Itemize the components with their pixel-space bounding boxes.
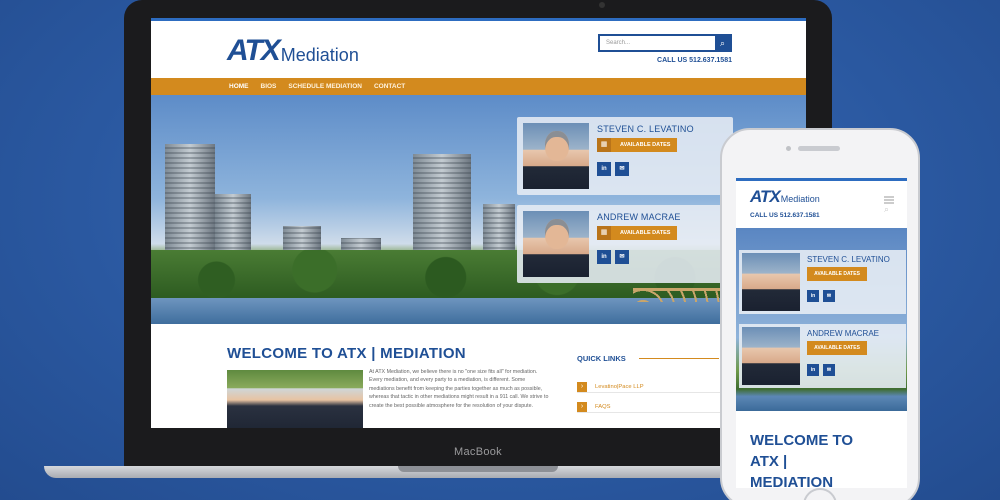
chevron-right-icon: › <box>577 381 587 392</box>
logo-text: Mediation <box>280 45 359 65</box>
available-dates-button[interactable]: AVAILABLE DATES <box>807 267 867 281</box>
profile-name[interactable]: STEVEN C. LEVATINO <box>597 124 694 134</box>
mediators-photo <box>227 370 363 428</box>
main-nav: HOME BIOS SCHEDULE MEDIATION CONTACT <box>151 76 806 95</box>
available-dates-button[interactable]: AVAILABLE DATES <box>807 341 867 355</box>
welcome-title: WELCOME TO ATX | MEDIATION <box>227 345 466 362</box>
linkedin-icon[interactable]: in <box>807 290 819 302</box>
available-dates-label: AVAILABLE DATES <box>620 230 671 236</box>
profile-card: STEVEN C. LEVATINO ▦ AVAILABLE DATES in … <box>517 117 733 195</box>
profile-photo[interactable] <box>742 253 800 311</box>
quick-links-title: QUICK LINKS <box>577 354 626 363</box>
welcome-title: WELCOME TO ATX | MEDIATION <box>750 432 854 488</box>
available-dates-label: AVAILABLE DATES <box>620 142 671 148</box>
phone-speaker <box>798 146 840 151</box>
available-dates-button[interactable]: ▦ AVAILABLE DATES <box>597 138 677 152</box>
hero-skyline-image: STEVEN C. LEVATINO ▦ AVAILABLE DATES in … <box>151 95 806 324</box>
email-icon[interactable]: ✉ <box>615 250 629 264</box>
mobile-website: ATX Mediation ⌕ CALL US 512.637.1581 STE… <box>736 178 907 488</box>
hero-skyline-image: STEVEN C. LEVATINO AVAILABLE DATES in ✉ … <box>736 228 907 411</box>
profile-card: ANDREW MACRAE AVAILABLE DATES in ✉ <box>739 324 906 388</box>
quick-link[interactable]: › FAQS <box>577 401 727 413</box>
profile-card: ANDREW MACRAE ▦ AVAILABLE DATES in ✉ <box>517 205 733 283</box>
search-input[interactable]: Search... <box>600 36 715 50</box>
quick-link-label: Levatino|Pace LLP <box>595 383 644 390</box>
bridge <box>633 288 733 302</box>
site-logo[interactable]: ATX Mediation <box>750 188 820 205</box>
email-icon[interactable]: ✉ <box>823 290 835 302</box>
laptop-notch <box>398 466 558 472</box>
email-icon[interactable]: ✉ <box>615 162 629 176</box>
site-logo[interactable]: ATX Mediation <box>227 36 359 66</box>
search-icon[interactable]: ⌕ <box>884 204 889 215</box>
profile-name[interactable]: ANDREW MACRAE <box>807 329 879 338</box>
profile-name[interactable]: ANDREW MACRAE <box>597 212 681 222</box>
chevron-right-icon: › <box>577 401 587 412</box>
welcome-text: At ATX Mediation, we believe there is no… <box>369 369 549 409</box>
call-us-text[interactable]: CALL US 512.637.1581 <box>750 212 820 219</box>
linkedin-icon[interactable]: in <box>597 250 611 264</box>
profile-card: STEVEN C. LEVATINO AVAILABLE DATES in ✉ <box>739 250 906 314</box>
available-dates-button[interactable]: ▦ AVAILABLE DATES <box>597 226 677 240</box>
desktop-website: ATX Mediation Search... ⌕ CALL US 512.63… <box>151 18 806 428</box>
calendar-icon: ▦ <box>597 226 611 240</box>
top-accent-bar <box>151 18 806 21</box>
nav-schedule-mediation[interactable]: SCHEDULE MEDIATION <box>282 78 368 95</box>
logo-mark: ATX <box>227 34 281 67</box>
camera-icon <box>599 2 605 8</box>
quick-link[interactable]: › Levatino|Pace LLP <box>577 381 727 393</box>
calendar-icon: ▦ <box>597 138 611 152</box>
top-accent-bar <box>736 178 907 181</box>
profile-photo[interactable] <box>742 327 800 385</box>
profile-name[interactable]: STEVEN C. LEVATINO <box>807 255 890 264</box>
search-icon[interactable]: ⌕ <box>715 36 730 50</box>
search-box[interactable]: Search... ⌕ <box>598 34 732 52</box>
nav-contact[interactable]: CONTACT <box>368 78 411 95</box>
phone-camera <box>786 146 791 151</box>
divider <box>639 358 719 359</box>
logo-mark: ATX <box>750 187 781 206</box>
nav-bios[interactable]: BIOS <box>255 78 283 95</box>
linkedin-icon[interactable]: in <box>597 162 611 176</box>
profile-photo[interactable] <box>523 123 589 189</box>
linkedin-icon[interactable]: in <box>807 364 819 376</box>
menu-icon[interactable] <box>884 196 894 204</box>
call-us-text[interactable]: CALL US 512.637.1581 <box>657 57 732 64</box>
profile-photo[interactable] <box>523 211 589 277</box>
nav-home[interactable]: HOME <box>223 76 255 95</box>
quick-link-label: FAQS <box>595 403 611 410</box>
logo-text: Mediation <box>780 194 820 204</box>
email-icon[interactable]: ✉ <box>823 364 835 376</box>
